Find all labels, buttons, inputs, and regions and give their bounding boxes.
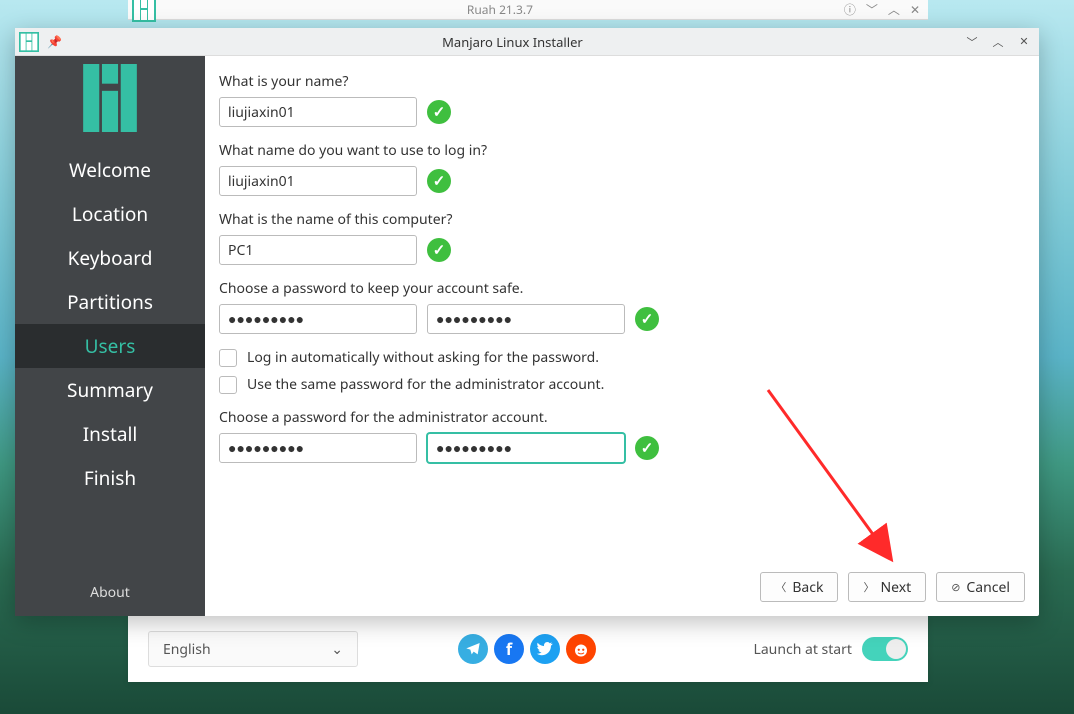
sidebar-item-label: Welcome: [69, 157, 151, 183]
window-controls: ﹀ ︿ ✕: [963, 33, 1033, 51]
back-label: Back: [792, 578, 823, 597]
sidebar-item-label: Users: [85, 333, 136, 359]
name-label: What is your name?: [219, 72, 1025, 91]
sidebar-item-label: Location: [72, 201, 148, 227]
sidebar-item-partitions[interactable]: Partitions: [15, 280, 205, 324]
sidebar: Welcome Location Keyboard Partitions Use…: [15, 56, 205, 616]
sidebar-item-install[interactable]: Install: [15, 412, 205, 456]
password-confirm-input[interactable]: [427, 304, 625, 334]
bg-window-controls: ⓘ ﹀ ︿ ✕: [844, 1, 920, 18]
background-window-footer: English ⌄ f Launch at start: [128, 616, 928, 682]
password-label: Choose a password to keep your account s…: [219, 279, 1025, 298]
sidebar-item-welcome[interactable]: Welcome: [15, 148, 205, 192]
launch-at-start: Launch at start: [753, 637, 908, 661]
about-link[interactable]: About: [15, 583, 205, 602]
admin-password-input[interactable]: [219, 433, 417, 463]
admin-password-confirm-input[interactable]: [427, 433, 625, 463]
launch-label: Launch at start: [753, 640, 852, 659]
sidebar-item-users[interactable]: Users: [15, 324, 205, 368]
manjaro-logo-icon: [19, 32, 39, 52]
check-icon: ✓: [427, 100, 451, 124]
auto-login-checkbox[interactable]: [219, 349, 237, 367]
sidebar-item-label: Partitions: [67, 289, 153, 315]
check-icon: ✓: [427, 169, 451, 193]
twitter-icon[interactable]: [530, 634, 560, 664]
cancel-icon: ⊘: [951, 580, 960, 595]
minimize-button[interactable]: ﹀: [963, 33, 981, 51]
close-button[interactable]: ✕: [1015, 33, 1033, 51]
background-window-titlebar: Ruah 21.3.7 ⓘ ﹀ ︿ ✕: [128, 0, 928, 20]
social-links: f: [458, 634, 596, 664]
login-label: What name do you want to use to log in?: [219, 141, 1025, 160]
manjaro-logo-icon: [132, 0, 156, 22]
background-subtitle: Ruah 21.3.7: [156, 1, 844, 18]
name-input[interactable]: [219, 97, 417, 127]
footer-buttons: 〈 Back 〉 Next ⊘ Cancel: [760, 572, 1025, 602]
check-icon: ✓: [635, 307, 659, 331]
pin-icon[interactable]: 📌: [47, 33, 62, 50]
admin-password-label: Choose a password for the administrator …: [219, 408, 1025, 427]
cancel-button[interactable]: ⊘ Cancel: [936, 572, 1025, 602]
hostname-label: What is the name of this computer?: [219, 210, 1025, 229]
sidebar-item-label: Install: [83, 421, 138, 447]
cancel-label: Cancel: [966, 578, 1010, 597]
sidebar-item-finish[interactable]: Finish: [15, 456, 205, 500]
next-button[interactable]: 〉 Next: [848, 572, 926, 602]
sidebar-item-keyboard[interactable]: Keyboard: [15, 236, 205, 280]
auto-login-label: Log in automatically without asking for …: [247, 348, 599, 367]
check-icon: ✓: [427, 238, 451, 262]
telegram-icon[interactable]: [458, 634, 488, 664]
launch-toggle[interactable]: [862, 637, 908, 661]
about-label: About: [90, 583, 130, 602]
language-select[interactable]: English ⌄: [148, 631, 358, 667]
maximize-button[interactable]: ︿: [989, 33, 1007, 51]
manjaro-logo-icon: [83, 64, 137, 132]
minimize-icon[interactable]: ﹀: [866, 1, 878, 18]
chevron-right-icon: 〉: [863, 579, 874, 595]
next-label: Next: [880, 578, 911, 597]
language-value: English: [163, 640, 211, 659]
hostname-input[interactable]: [219, 235, 417, 265]
sidebar-item-label: Summary: [67, 377, 153, 403]
same-password-checkbox[interactable]: [219, 376, 237, 394]
sidebar-item-label: Finish: [84, 465, 136, 491]
titlebar: 📌 Manjaro Linux Installer ﹀ ︿ ✕: [15, 28, 1039, 56]
chevron-left-icon: 〈: [775, 579, 786, 595]
reddit-icon[interactable]: [566, 634, 596, 664]
sidebar-item-label: Keyboard: [68, 245, 153, 271]
password-input[interactable]: [219, 304, 417, 334]
login-input[interactable]: [219, 166, 417, 196]
back-button[interactable]: 〈 Back: [760, 572, 838, 602]
installer-window: 📌 Manjaro Linux Installer ﹀ ︿ ✕ Welcome …: [15, 28, 1039, 616]
sidebar-item-summary[interactable]: Summary: [15, 368, 205, 412]
main-panel: What is your name? ✓ What name do you wa…: [205, 56, 1039, 616]
window-title: Manjaro Linux Installer: [62, 33, 963, 51]
check-icon: ✓: [635, 436, 659, 460]
sidebar-item-location[interactable]: Location: [15, 192, 205, 236]
chevron-down-icon: ⌄: [331, 640, 343, 659]
close-icon[interactable]: ✕: [910, 1, 920, 18]
info-icon[interactable]: ⓘ: [844, 1, 856, 18]
facebook-icon[interactable]: f: [494, 634, 524, 664]
same-password-label: Use the same password for the administra…: [247, 375, 604, 394]
maximize-icon[interactable]: ︿: [888, 1, 900, 18]
